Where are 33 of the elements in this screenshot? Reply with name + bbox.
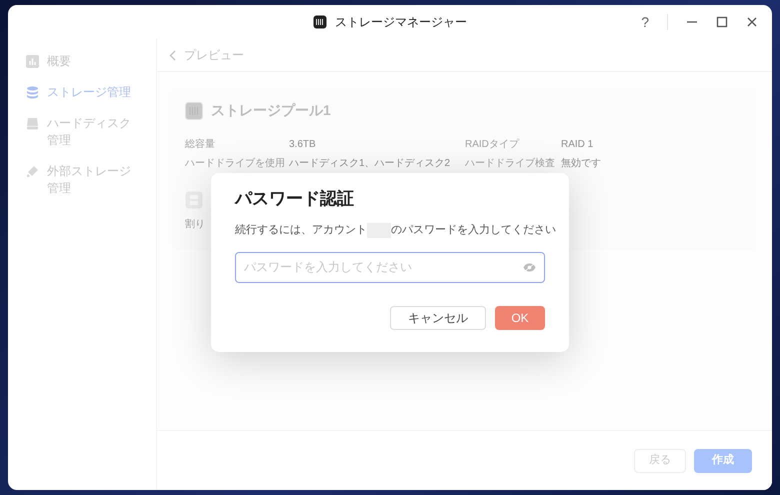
- database-icon: [26, 86, 39, 99]
- volume-icon: [185, 191, 203, 209]
- sidebar-item[interactable]: 概要: [20, 49, 144, 74]
- dialog-title: パスワード認証: [235, 189, 355, 210]
- field-label: 総容量: [185, 138, 216, 152]
- pool-icon: [185, 102, 203, 120]
- field-value: 3.6TB: [289, 138, 317, 152]
- field-label: RAIDタイプ: [465, 138, 520, 152]
- sidebar-item[interactable]: ストレージ管理: [20, 80, 144, 105]
- sidebar-item[interactable]: 外部ストレージ管理: [20, 159, 144, 201]
- dialog-message: のパスワードを入力してください: [391, 223, 556, 238]
- window-title: ストレージマネージャー: [335, 14, 467, 31]
- chart-icon: [26, 55, 39, 68]
- back-link[interactable]: プレビュー: [169, 46, 244, 64]
- cancel-button[interactable]: キャンセル: [390, 306, 486, 330]
- field-label: ハードドライブ検査: [465, 156, 556, 171]
- password-field[interactable]: パスワードを入力してください: [235, 252, 545, 283]
- drive-icon: [26, 117, 39, 130]
- maximize-icon[interactable]: [716, 16, 728, 28]
- help-button[interactable]: ?: [641, 12, 649, 32]
- dialog-message: 続行するには、アカウント: [235, 223, 367, 238]
- pool-title: ストレージプール1: [211, 101, 331, 120]
- field-value: ハードディスク1、ハードディスク2: [289, 157, 452, 171]
- sidebar-item[interactable]: ハードディスク管理: [20, 111, 144, 153]
- usb-drive-icon: [26, 165, 39, 178]
- field-value: 無効です: [561, 156, 602, 171]
- section-label: 割り: [185, 218, 205, 232]
- back-chevron-icon: [169, 50, 176, 60]
- field-value: RAID 1: [561, 138, 594, 152]
- field-label: ハードドライブを使用: [185, 156, 286, 171]
- app-icon: [313, 15, 327, 29]
- close-icon[interactable]: [746, 16, 758, 28]
- ok-button[interactable]: OK: [495, 306, 545, 330]
